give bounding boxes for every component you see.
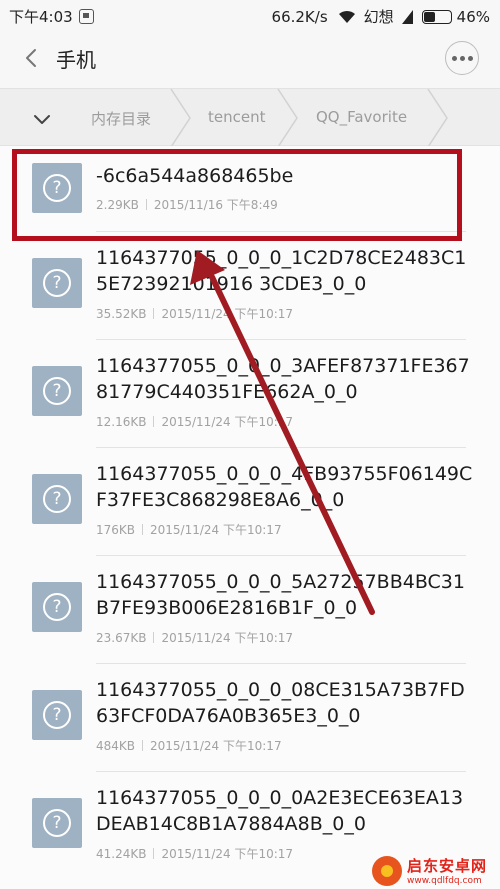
file-size: 41.24KB [96,847,147,861]
file-size: 23.67KB [96,631,147,645]
wifi-icon [338,10,355,23]
breadcrumb: 内存目录 tencent QQ_Favorite [0,88,500,147]
watermark-url: www.qdlfdq.com [407,876,482,886]
breadcrumb-separator-icon [277,89,298,147]
file-name: 1164377055_0_0_0_08CE315A73B7FD63FCF0DA7… [96,679,465,727]
page-title: 手机 [56,48,96,72]
carrier-name: 幻想 [363,8,394,26]
file-list: ? -6c6a544a868465be 2.29KB 2015/11/16 下午8… [0,146,500,889]
file-size: 176KB [96,523,136,537]
file-row[interactable]: ? 1164377055_0_0_0_5A27257BB4BC31B7FE93B… [0,556,500,664]
file-date: 2015/11/24 下午10:17 [161,631,294,645]
file-name: 1164377055_0_0_0_4FB93755F06149CF37FE3C8… [96,463,473,511]
file-date: 2015/11/24 下午10:17 [161,415,294,429]
file-meta: 484KB 2015/11/24 下午10:17 [96,737,282,754]
back-arrow-icon[interactable] [20,46,44,70]
file-date: 2015/11/24 下午10:17 [150,523,282,537]
watermark-name: 启东安卓网 [407,857,488,875]
file-name: 1164377055_0_0_0_3AFEF87371FE36781779C44… [96,355,470,403]
app-header: 手机 [0,30,500,88]
file-date: 2015/11/24 下午10:17 [161,847,294,861]
file-row[interactable]: ? 1164377055_0_0_0_08CE315A73B7FD63FCF0D… [0,664,500,772]
file-row[interactable]: ? 1164377055_0_0_0_3AFEF87371FE36781779C… [0,340,500,448]
dot-icon [467,55,473,61]
file-size: 35.52KB [96,307,147,321]
file-row[interactable]: ? 1164377055_0_0_0_4FB93755F06149CF37FE3… [0,448,500,556]
notification-app-icon [78,9,94,24]
breadcrumb-item-storage[interactable]: 内存目录 [91,108,151,129]
file-name: 1164377055_0_0_0_1C2D78CE2483C15E7239210… [96,247,467,295]
status-bar: 下午4:03 66.2K/s 幻想 46% [0,0,500,30]
file-date: 2015/11/24 下午10:17 [161,307,294,321]
chevron-down-icon[interactable] [30,107,54,131]
file-meta: 41.24KB 2015/11/24 下午10:17 [96,845,293,862]
dot-icon [459,55,465,61]
highlight-box [12,149,462,241]
file-meta: 23.67KB 2015/11/24 下午10:17 [96,629,293,646]
file-meta: 35.52KB 2015/11/24 下午10:17 [96,305,293,322]
watermark-logo-icon [372,855,402,886]
unknown-file-icon: ? [32,690,82,740]
file-size: 484KB [96,739,136,753]
file-size: 12.16KB [96,415,147,429]
file-row[interactable]: ? 1164377055_0_0_0_1C2D78CE2483C15E72392… [0,232,500,340]
unknown-file-icon: ? [32,798,82,848]
unknown-file-icon: ? [32,258,82,308]
network-speed: 66.2K/s [271,7,328,26]
battery-level-fill [423,11,435,22]
file-meta: 12.16KB 2015/11/24 下午10:17 [96,413,293,430]
battery-percent: 46% [456,7,490,26]
signal-icon [401,9,413,24]
breadcrumb-item-qq-favorite[interactable]: QQ_Favorite [316,108,407,126]
file-meta: 176KB 2015/11/24 下午10:17 [96,521,282,538]
unknown-file-icon: ? [32,582,82,632]
file-date: 2015/11/24 下午10:17 [150,739,282,753]
watermark: 启东安卓网 www.qdlfdq.com [372,855,487,886]
file-name: 1164377055_0_0_0_0A2E3ECE63EA13DEAB14C8B… [96,787,464,835]
breadcrumb-item-tencent[interactable]: tencent [208,108,265,126]
unknown-file-icon: ? [32,366,82,416]
dot-icon [451,55,457,61]
breadcrumb-separator-icon [170,89,191,147]
breadcrumb-separator-icon [427,89,448,147]
file-name: 1164377055_0_0_0_5A27257BB4BC31B7FE93B00… [96,571,465,619]
status-time: 下午4:03 [9,8,73,26]
battery-icon [421,9,452,24]
more-options-button[interactable] [445,41,479,75]
unknown-file-icon: ? [32,474,82,524]
